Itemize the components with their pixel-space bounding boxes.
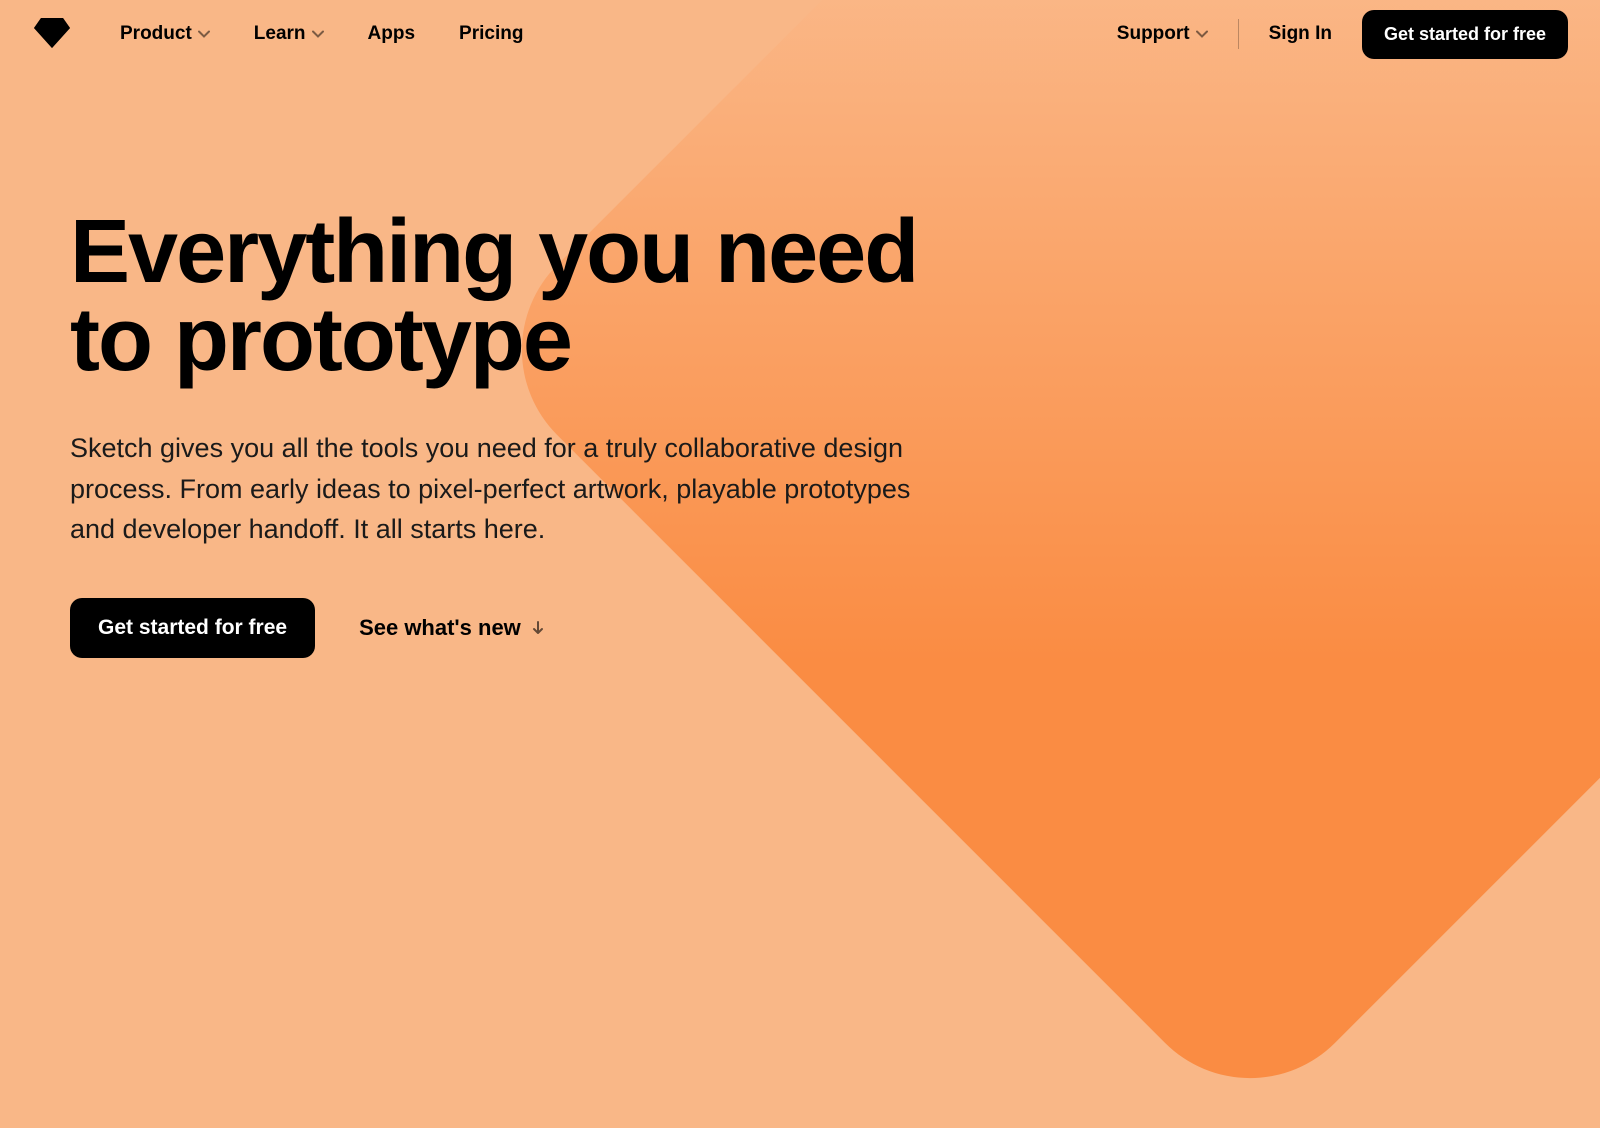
diamond-icon: [34, 16, 70, 53]
see-whats-new-link[interactable]: See what's new: [359, 615, 545, 641]
nav-label: Sign In: [1269, 23, 1332, 45]
chevron-down-icon: [1196, 30, 1208, 38]
hero-section: Everything you need to prototype Sketch …: [0, 68, 1000, 658]
get-started-hero-button[interactable]: Get started for free: [70, 598, 315, 658]
nav-item-pricing[interactable]: Pricing: [459, 23, 523, 45]
main-nav: Product Learn Apps Pricing Support Sign: [0, 0, 1600, 68]
get-started-nav-button[interactable]: Get started for free: [1362, 10, 1568, 59]
nav-item-learn[interactable]: Learn: [254, 23, 324, 45]
chevron-down-icon: [198, 30, 210, 38]
nav-label: Support: [1117, 23, 1190, 45]
nav-label: Apps: [368, 23, 416, 45]
chevron-down-icon: [312, 30, 324, 38]
nav-divider: [1238, 19, 1239, 49]
cta-row: Get started for free See what's new: [70, 598, 930, 658]
hero-body: Sketch gives you all the tools you need …: [70, 428, 930, 550]
nav-label: Learn: [254, 23, 306, 45]
nav-left-group: Product Learn Apps Pricing: [120, 23, 523, 45]
nav-label: Product: [120, 23, 192, 45]
nav-item-apps[interactable]: Apps: [368, 23, 416, 45]
sign-in-link[interactable]: Sign In: [1269, 23, 1332, 45]
nav-label: Pricing: [459, 23, 523, 45]
nav-right-group: Support Sign In Get started for free: [1117, 10, 1568, 59]
arrow-down-icon: [531, 621, 545, 635]
hero-headline: Everything you need to prototype: [70, 208, 930, 384]
nav-item-support[interactable]: Support: [1117, 23, 1208, 45]
nav-item-product[interactable]: Product: [120, 23, 210, 45]
cta-link-label: See what's new: [359, 615, 521, 641]
logo-link[interactable]: [32, 14, 72, 54]
